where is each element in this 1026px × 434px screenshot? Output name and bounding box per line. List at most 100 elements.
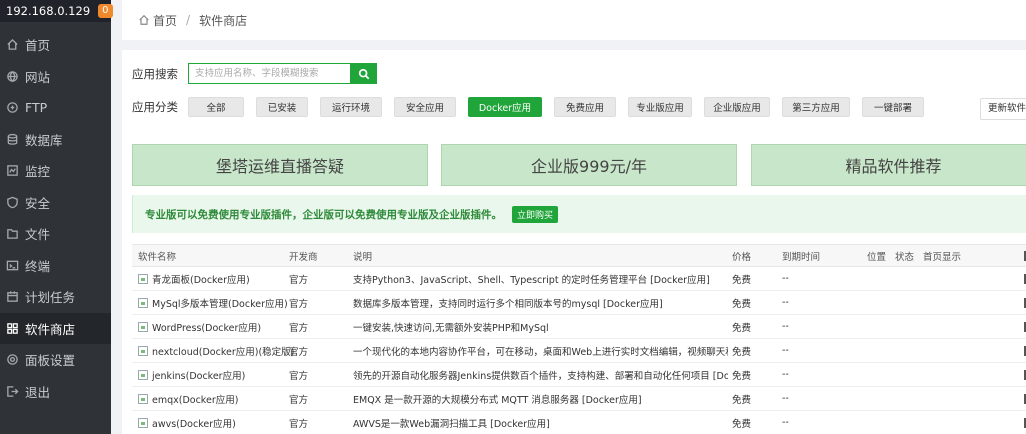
sidebar-item-label: 首页 <box>25 38 51 54</box>
software-table: 软件名称 开发商 说明 价格 到期时间 位置 状态 首页显示 青龙面板(Docker应用) 官方… <box>132 244 1026 434</box>
sidebar-item-terminal[interactable]: 终端 <box>0 250 111 282</box>
table-row[interactable]: jenkins(Docker应用) 官方 领先的开源自动化服务器Jenkins提供数… <box>132 363 1026 387</box>
category-button[interactable]: 全部 <box>188 97 244 117</box>
breadcrumb: 首页 / 软件商店 <box>122 0 1026 40</box>
cell-dev: 官方 <box>289 346 309 358</box>
breadcrumb-current: 软件商店 <box>199 13 248 28</box>
header-home[interactable]: 首页显示 <box>923 245 961 266</box>
software-name-text: MySql多版本管理(Docker应用) <box>152 298 288 310</box>
sidebar-item-globe[interactable]: 网站 <box>0 61 111 93</box>
globe-icon <box>5 69 19 83</box>
cell-dev: 官方 <box>289 418 309 430</box>
app-image-icon <box>138 321 148 332</box>
software-name[interactable]: jenkins(Docker应用) <box>138 363 245 386</box>
software-name[interactable]: 青龙面板(Docker应用) <box>138 267 250 290</box>
table-row[interactable]: 青龙面板(Docker应用) 官方 支持Python3、JavaScript、She… <box>132 267 1026 291</box>
header-price[interactable]: 价格 <box>732 245 751 266</box>
sidebar-item-label: 文件 <box>25 227 51 243</box>
category-button[interactable]: 安全应用 <box>394 97 456 117</box>
table-row[interactable]: MySql多版本管理(Docker应用) 官方 数据库多版本管理，支持同时运行多个相… <box>132 291 1026 315</box>
software-name[interactable]: awvs(Docker应用) <box>138 411 236 434</box>
category-button[interactable]: Docker应用 <box>468 97 542 117</box>
sidebar-item-label: 软件商店 <box>25 321 76 337</box>
folder-icon <box>5 227 19 241</box>
cell-desc: AWVS是一款Web漏洞扫描工具 [Docker应用] <box>353 418 550 430</box>
cell-desc: 一键安装,快速访问,无需额外安装PHP和MySql <box>353 322 549 334</box>
sidebar-item-calendar[interactable]: 计划任务 <box>0 281 111 313</box>
sidebar-item-ftp[interactable]: FTP <box>0 92 111 124</box>
category-button[interactable]: 免费应用 <box>554 97 616 117</box>
cell-desc: 数据库多版本管理，支持同时运行多个相同版本号的mysql [Docker应用] <box>353 298 663 310</box>
search-row: 应用搜索 支持应用名称、字段模糊搜索 <box>132 63 377 84</box>
breadcrumb-home-label: 首页 <box>153 13 178 28</box>
cell-dev: 官方 <box>289 370 309 382</box>
notification-badge[interactable]: 0 <box>98 4 113 18</box>
sidebar-item-monitor[interactable]: 监控 <box>0 155 111 187</box>
software-name[interactable]: WordPress(Docker应用) <box>138 315 261 338</box>
table-row[interactable]: emqx(Docker应用) 官方 EMQX 是一款开源的大规模分布式 MQTT 消… <box>132 387 1026 411</box>
header-status[interactable]: 状态 <box>895 245 914 266</box>
store-panel: 应用搜索 支持应用名称、字段模糊搜索 应用分类 全部 已安装 运行环境 安全应用 Doc… <box>122 50 1026 434</box>
software-name-text: WordPress(Docker应用) <box>152 322 262 334</box>
cell-price: 免费 <box>732 322 752 334</box>
buy-now-button[interactable]: 立即购买 <box>512 205 559 223</box>
search-input[interactable]: 支持应用名称、字段模糊搜索 <box>188 63 350 84</box>
shield-icon <box>5 195 19 209</box>
cell-price: 免费 <box>732 418 752 430</box>
category-button[interactable]: 运行环境 <box>320 97 382 117</box>
software-name[interactable]: nextcloud(Docker应用)(稳定版) <box>138 339 294 362</box>
sidebar-item-settings[interactable]: 面板设置 <box>0 344 111 376</box>
sidebar-item-shield[interactable]: 安全 <box>0 187 111 219</box>
sidebar-item-grid[interactable]: 软件商店 <box>0 312 111 344</box>
category-label: 应用分类 <box>132 100 178 114</box>
app-image-icon <box>138 297 148 308</box>
cell-dev: 官方 <box>289 322 309 334</box>
cell-price: 免费 <box>732 394 752 406</box>
software-name-text: awvs(Docker应用) <box>152 418 236 430</box>
sidebar-item-folder[interactable]: 文件 <box>0 218 111 250</box>
software-name-text: emqx(Docker应用) <box>152 394 239 406</box>
table-header: 软件名称 开发商 说明 价格 到期时间 位置 状态 首页显示 <box>132 245 1026 267</box>
category-button[interactable]: 第三方应用 <box>782 97 850 117</box>
category-button[interactable]: 专业版应用 <box>628 97 692 117</box>
software-name-text: 青龙面板(Docker应用) <box>152 274 250 286</box>
monitor-icon <box>5 164 19 178</box>
search-icon <box>358 68 369 79</box>
category-button[interactable]: 已安装 <box>256 97 308 117</box>
cell-dev: 官方 <box>289 394 309 406</box>
update-list-button[interactable]: 更新软件列表 <box>980 98 1026 120</box>
app-image-icon <box>138 393 148 404</box>
cell-dev: 官方 <box>289 298 309 310</box>
sidebar-item-home[interactable]: 首页 <box>0 29 111 61</box>
search-button[interactable] <box>350 63 377 84</box>
sidebar-item-label: 退出 <box>25 384 51 400</box>
breadcrumb-separator: / <box>186 13 191 27</box>
header-expire[interactable]: 到期时间 <box>782 245 820 266</box>
app-image-icon <box>138 273 148 284</box>
software-name[interactable]: emqx(Docker应用) <box>138 387 238 410</box>
table-row[interactable]: awvs(Docker应用) 官方 AWVS是一款Web漏洞扫描工具 [Docker… <box>132 411 1026 434</box>
software-name[interactable]: MySql多版本管理(Docker应用) <box>138 291 288 314</box>
app-image-icon <box>138 417 148 428</box>
category-button[interactable]: 一键部署 <box>862 97 924 117</box>
cell-expire: -- <box>782 273 789 284</box>
promo-banner[interactable]: 堡塔运维直播答疑 <box>132 144 428 186</box>
promo-banner[interactable]: 精品软件推荐 <box>751 144 1026 186</box>
header-name[interactable]: 软件名称 <box>138 245 176 266</box>
table-row[interactable]: WordPress(Docker应用) 官方 一键安装,快速访问,无需额外安装PHP… <box>132 315 1026 339</box>
breadcrumb-home[interactable]: 首页 <box>138 12 177 29</box>
sidebar-item-logout[interactable]: 退出 <box>0 376 111 408</box>
header-dev[interactable]: 开发商 <box>289 245 318 266</box>
cell-price: 免费 <box>732 274 752 286</box>
cell-price: 免费 <box>732 298 752 310</box>
table-row[interactable]: nextcloud(Docker应用)(稳定版) 官方 一个现代化的本地内容协作平台… <box>132 339 1026 363</box>
header-pos[interactable]: 位置 <box>867 245 886 266</box>
server-ip: 192.168.0.129 <box>6 4 91 18</box>
category-button[interactable]: 企业版应用 <box>704 97 770 117</box>
sidebar-item-label: 计划任务 <box>25 290 76 306</box>
promo-text: 专业版可以免费使用专业版插件，企业版可以免费使用专业版及企业版插件。 <box>145 208 502 221</box>
cell-desc: 支持Python3、JavaScript、Shell、Typescript 的定… <box>353 274 710 286</box>
sidebar-item-database[interactable]: 数据库 <box>0 124 111 156</box>
ftp-icon <box>5 101 19 115</box>
promo-banner[interactable]: 企业版999元/年 <box>441 144 737 186</box>
